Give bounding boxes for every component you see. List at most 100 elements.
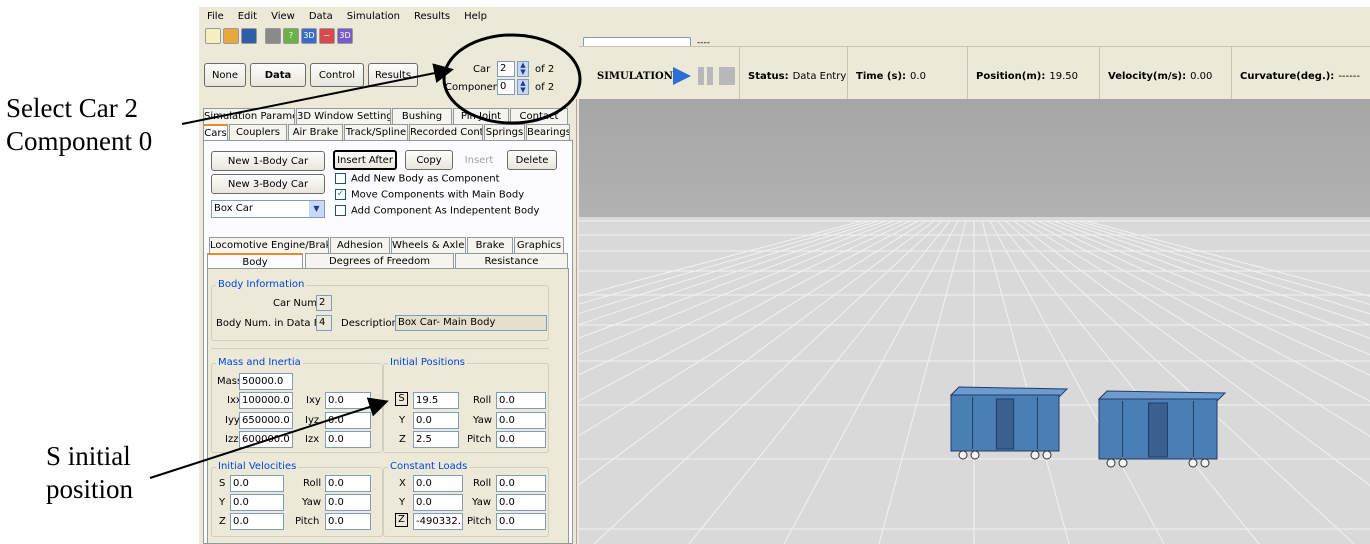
insert-button[interactable]: Insert	[457, 150, 501, 170]
tab-degrees-of-freedom[interactable]: Degrees of Freedom	[305, 253, 454, 269]
option-label: Move Components with Main Body	[351, 189, 525, 201]
new-3-body-car-button[interactable]: New 3-Body Car	[211, 174, 325, 194]
s-velocity-field[interactable]: 0.0	[230, 475, 284, 492]
tab-resistance[interactable]: Resistance	[455, 253, 568, 269]
pitch-load-field[interactable]: 0.0	[496, 513, 546, 530]
yaw-position-field[interactable]: 0.0	[496, 412, 546, 429]
annotation-s-initial: S initial position	[46, 440, 133, 506]
pitch-velocity-field[interactable]: 0.0	[325, 513, 371, 530]
rail-car[interactable]	[1097, 390, 1227, 468]
none-mode-button[interactable]: None	[204, 63, 246, 87]
tab-graphics[interactable]: Graphics	[514, 237, 564, 253]
application-window: File Edit View Data Simulation Results Help ? 3…	[199, 7, 1370, 544]
save-icon[interactable]	[241, 28, 257, 44]
tab-adhesion[interactable]: Adhesion	[330, 237, 390, 253]
callout-ellipse	[442, 33, 582, 125]
checkbox[interactable]	[335, 205, 346, 216]
pause-button[interactable]	[696, 65, 716, 87]
group-title: Constant Loads	[388, 461, 470, 472]
delete-button[interactable]: Delete	[507, 150, 557, 170]
tab-3d-window-settings[interactable]: 3D Window Settings	[296, 108, 391, 124]
y-velocity-field[interactable]: 0.0	[230, 494, 284, 511]
z-position-field[interactable]: 2.5	[413, 431, 459, 448]
pitch-load-label: Pitch	[467, 516, 492, 527]
body-information-group: Body Information	[211, 279, 549, 341]
izz-field[interactable]: 600000.0	[239, 431, 293, 448]
copy-button[interactable]: Copy	[405, 150, 453, 170]
y-velocity-label: Y	[219, 497, 226, 508]
iyy-field[interactable]: 650000.0	[239, 412, 293, 429]
pitch-position-field[interactable]: 0.0	[496, 431, 546, 448]
tab-couplers[interactable]: Couplers	[229, 124, 287, 140]
option-0[interactable]: Add New Body as Component	[335, 173, 500, 185]
tab-cars[interactable]: Cars	[203, 124, 228, 140]
yaw-load-label: Yaw	[472, 497, 492, 508]
option-1[interactable]: ✓ Move Components with Main Body	[335, 189, 524, 201]
yaw-position-label: Yaw	[473, 415, 493, 426]
izx-field[interactable]: 0.0	[325, 431, 371, 448]
ixy-field[interactable]: 0.0	[325, 392, 371, 409]
iyz-label: Iyz	[305, 415, 320, 426]
menu-item-file[interactable]: File	[207, 11, 224, 22]
tab-wheels-axles[interactable]: Wheels & Axles	[391, 237, 466, 253]
menu-item-help[interactable]: Help	[464, 11, 487, 22]
help-icon[interactable]: ?	[283, 28, 299, 44]
roll-velocity-field[interactable]: 0.0	[325, 475, 371, 492]
insert-after-button[interactable]: Insert After	[333, 150, 397, 170]
3d-plot-icon[interactable]: 3D	[337, 28, 353, 44]
control-mode-button[interactable]: Control	[310, 63, 364, 87]
3d-viewport[interactable]	[579, 99, 1370, 544]
car-type-select[interactable]: Box Car ▼	[211, 200, 325, 218]
menu-item-view[interactable]: View	[271, 11, 295, 22]
results-mode-button[interactable]: Results	[368, 63, 418, 87]
z-load-button[interactable]: Z	[395, 513, 408, 527]
y-position-field[interactable]: 0.0	[413, 412, 459, 429]
yaw-velocity-field[interactable]: 0.0	[325, 494, 371, 511]
y-load-field[interactable]: 0.0	[413, 494, 463, 511]
3d-view-icon[interactable]: 3D	[301, 28, 317, 44]
stop-button[interactable]	[717, 65, 737, 87]
z-velocity-field[interactable]: 0.0	[230, 513, 284, 530]
pitch-position-label: Pitch	[467, 434, 492, 445]
roll-load-field[interactable]: 0.0	[496, 475, 546, 492]
tab-body[interactable]: Body	[207, 253, 303, 269]
open-icon[interactable]	[223, 28, 239, 44]
position-value: 19.50	[1049, 70, 1078, 82]
print-icon[interactable]	[265, 28, 281, 44]
y-position-label: Y	[399, 415, 406, 426]
menu-item-results[interactable]: Results	[414, 11, 450, 22]
checkbox[interactable]	[335, 173, 346, 184]
z-velocity-label: Z	[219, 516, 226, 527]
description-field: Box Car- Main Body	[395, 315, 547, 331]
new-1-body-car-button[interactable]: New 1-Body Car	[211, 151, 325, 171]
iyz-field[interactable]: 0.0	[325, 412, 371, 429]
menu-item-simulation[interactable]: Simulation	[347, 11, 400, 22]
yaw-load-field[interactable]: 0.0	[496, 494, 546, 511]
s-position-field[interactable]: 19.5	[413, 392, 459, 409]
option-2[interactable]: Add Component As Indepentent Body	[335, 205, 539, 217]
tab-track-spline[interactable]: Track/Spline	[344, 124, 408, 140]
tab-simulation-parameters[interactable]: Simulation Parameters	[203, 108, 295, 124]
s-position-button[interactable]: S	[395, 392, 408, 406]
ixx-field[interactable]: 100000.0	[239, 392, 293, 409]
option-label: Add Component As Indepentent Body	[351, 205, 540, 217]
roll-position-field[interactable]: 0.0	[496, 392, 546, 409]
tab-brake[interactable]: Brake	[467, 237, 513, 253]
pitch-velocity-label: Pitch	[295, 516, 320, 527]
play-button[interactable]	[671, 65, 693, 87]
data-mode-button[interactable]: Data	[250, 63, 306, 87]
rail-car[interactable]	[949, 386, 1069, 460]
tab-locomotive-engine-brake[interactable]: Locomotive Engine/Brake	[209, 237, 329, 253]
new-file-icon[interactable]	[205, 28, 221, 44]
group-title: Initial Positions	[388, 357, 467, 368]
tab-air-brake[interactable]: Air Brake	[288, 124, 343, 140]
velocity-value: 0.00	[1190, 70, 1213, 82]
checkbox-checked[interactable]: ✓	[335, 189, 346, 200]
menu-item-data[interactable]: Data	[309, 11, 333, 22]
x-load-field[interactable]: 0.0	[413, 475, 463, 492]
body-num-label: Body Num. in Data File	[216, 318, 331, 329]
menu-item-edit[interactable]: Edit	[238, 11, 257, 22]
plot-icon[interactable]: ~	[319, 28, 335, 44]
mass-field[interactable]: 50000.0	[239, 373, 293, 390]
z-load-field[interactable]: -490332.5	[413, 513, 463, 530]
